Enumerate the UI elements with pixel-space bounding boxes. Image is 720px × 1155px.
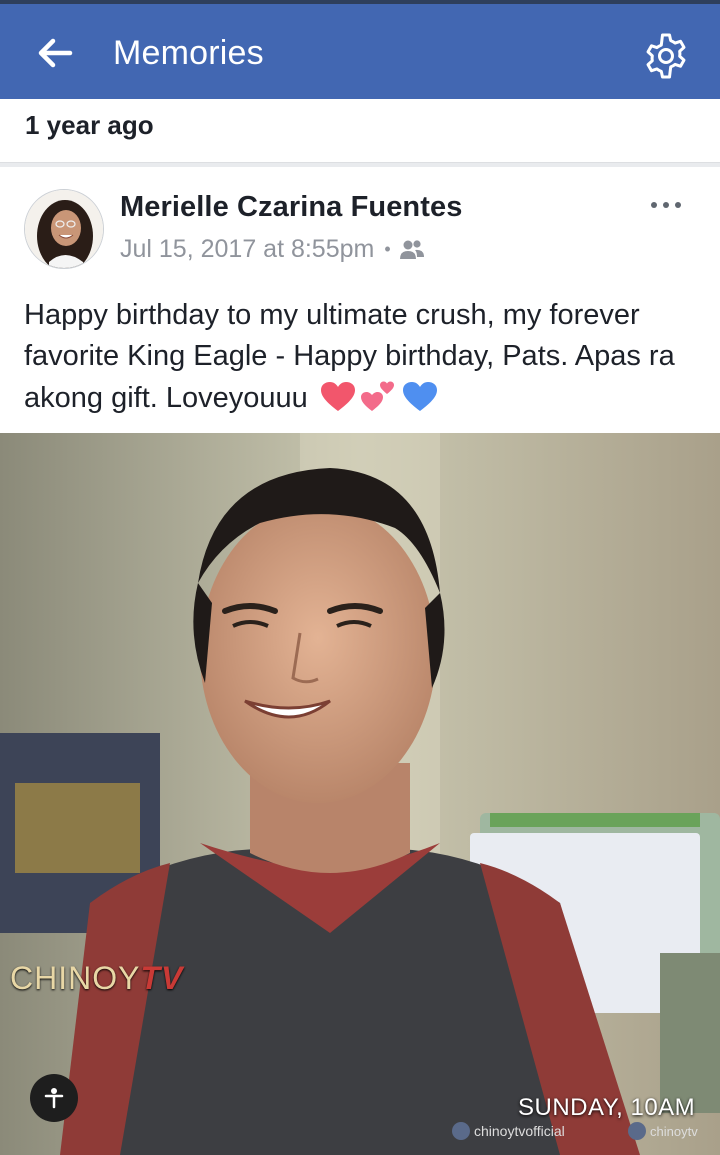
post-meta: Jul 15, 2017 at 8:55pm • — [120, 235, 425, 264]
more-dot — [663, 202, 669, 208]
section-label: 1 year ago — [25, 110, 154, 140]
settings-button[interactable] — [636, 26, 696, 86]
watermark-social-twitter: chinoytv — [628, 1122, 698, 1140]
profile-photo — [25, 190, 103, 268]
watermark-social-facebook: chinoytvofficial — [452, 1122, 565, 1140]
back-button[interactable] — [30, 28, 80, 78]
twitter-icon — [628, 1122, 646, 1140]
arrow-left-icon — [38, 38, 73, 68]
watermark-logo-tv: TV — [140, 960, 184, 996]
watermark-social-b-text: chinoytv — [650, 1123, 698, 1139]
accessibility-button[interactable] — [30, 1074, 78, 1122]
more-options-icon — [651, 202, 657, 208]
watermark-airtime: SUNDAY, 10AM — [518, 1094, 696, 1121]
watermark-logo-text: CHINOY — [10, 960, 141, 996]
blue-heart-icon — [402, 382, 437, 411]
facebook-icon — [452, 1122, 470, 1140]
red-heart-icon — [320, 382, 355, 411]
avatar[interactable] — [24, 189, 104, 269]
memory-post: Merielle Czarina Fuentes Jul 15, 2017 at… — [0, 167, 720, 1155]
post-photo[interactable] — [0, 433, 720, 1155]
photo-image — [0, 433, 720, 1155]
post-author-name[interactable]: Merielle Czarina Fuentes — [120, 191, 462, 224]
watermark-logo: CHINOYTV — [10, 960, 183, 997]
meta-separator: • — [384, 239, 391, 259]
more-dot — [675, 202, 681, 208]
watermark-social-a-text: chinoytvofficial — [474, 1123, 565, 1139]
person-icon — [44, 1088, 64, 1109]
memories-section-header: 1 year ago — [0, 99, 720, 163]
friends-icon — [399, 239, 424, 259]
app-bar: Memories — [0, 4, 720, 99]
more-options-button[interactable] — [640, 193, 692, 217]
page-title: Memories — [113, 34, 264, 72]
post-timestamp[interactable]: Jul 15, 2017 at 8:55pm — [120, 235, 374, 264]
post-text: Happy birthday to my ultimate crush, my … — [24, 295, 700, 419]
gear-icon — [646, 33, 686, 79]
two-hearts-icon — [360, 381, 394, 411]
